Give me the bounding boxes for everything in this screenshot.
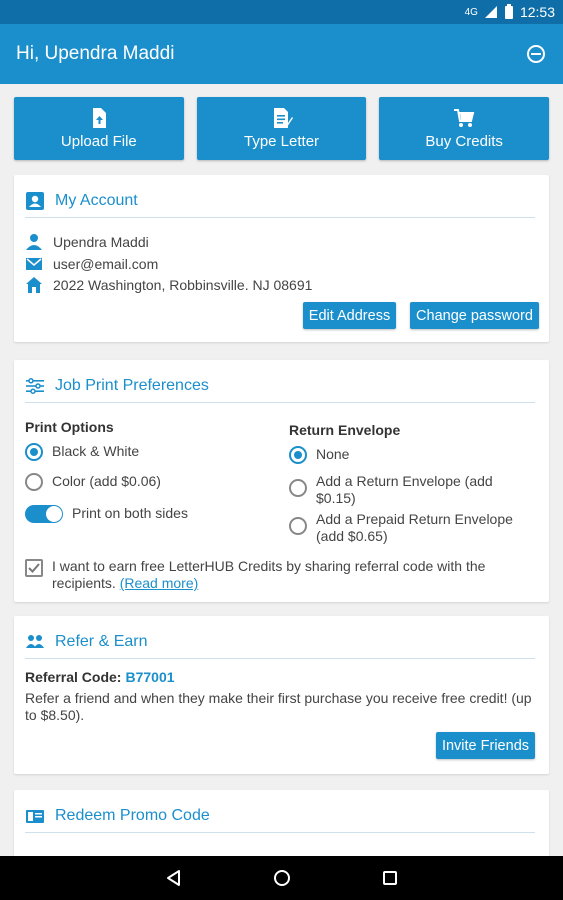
job-print-header: Job Print Preferences xyxy=(25,370,535,403)
account-address: 2022 Washington, Robbinsville. NJ 08691 xyxy=(53,277,313,293)
radio-envelope-none[interactable]: None xyxy=(289,446,349,464)
account-email-row: user@email.com xyxy=(25,255,158,273)
app-bar-title: Hi, Upendra Maddi xyxy=(16,43,175,64)
promo-icon xyxy=(26,810,44,823)
refer-earn-title: Refer & Earn xyxy=(55,633,148,650)
radio-button[interactable] xyxy=(289,517,307,535)
signal-icon xyxy=(484,6,497,18)
change-password-button[interactable]: Change password xyxy=(410,302,539,329)
return-envelope-label: Return Envelope xyxy=(289,422,401,438)
radio-envelope-none-label: None xyxy=(316,446,350,462)
battery-icon xyxy=(504,4,513,19)
print-both-sides-toggle[interactable] xyxy=(25,505,63,523)
referral-checkbox-row[interactable]: I want to earn free LetterHUB Credits by… xyxy=(25,558,530,592)
type-letter-icon xyxy=(273,108,293,128)
referral-code-row: Referral Code: B77001 xyxy=(25,669,175,685)
email-icon xyxy=(26,258,42,270)
refer-earn-card: Refer & Earn Referral Code: B77001 Refer… xyxy=(14,616,549,774)
radio-button[interactable] xyxy=(25,473,43,491)
buy-credits-label: Buy Credits xyxy=(425,133,503,150)
my-account-title: My Account xyxy=(55,192,138,209)
status-time: 12:53 xyxy=(519,4,555,20)
redeem-promo-header[interactable]: Redeem Promo Code xyxy=(25,800,535,833)
my-account-header: My Account xyxy=(25,185,535,218)
type-letter-label: Type Letter xyxy=(243,133,320,150)
account-box-icon xyxy=(26,192,44,210)
buy-credits-button[interactable]: Buy Credits xyxy=(379,97,550,160)
upload-file-button[interactable]: Upload File xyxy=(14,97,184,160)
invite-friends-button[interactable]: Invite Friends xyxy=(436,732,535,759)
print-both-sides-label: Print on both sides xyxy=(72,505,188,521)
sliders-icon xyxy=(26,378,44,394)
radio-prepaid-envelope-label: Add a Prepaid Return Envelope (add $0.65… xyxy=(316,511,513,544)
cart-icon xyxy=(454,109,475,127)
status-bar: 4G 12:53 xyxy=(0,0,563,24)
referral-description: Refer a friend and when they make their … xyxy=(25,690,532,723)
radio-button[interactable] xyxy=(289,479,307,497)
main-content[interactable]: Upload File Type Letter Buy Credits My A… xyxy=(0,84,563,856)
my-account-card: My Account Upendra Maddi user@email.com … xyxy=(14,175,549,342)
radio-color-label: Color (add $0.06) xyxy=(52,473,161,489)
job-print-preferences-card: Job Print Preferences Print Options Blac… xyxy=(14,360,549,602)
radio-color[interactable]: Color (add $0.06) xyxy=(25,473,161,491)
account-name-row: Upendra Maddi xyxy=(25,233,149,251)
person-icon xyxy=(26,234,42,250)
system-nav-bar xyxy=(0,856,563,900)
read-more-link[interactable]: (Read more) xyxy=(120,575,199,591)
home-nav-icon[interactable] xyxy=(273,869,291,887)
people-icon xyxy=(26,635,44,648)
referral-checkbox-text-wrap: I want to earn free LetterHUB Credits by… xyxy=(52,558,530,592)
job-print-title: Job Print Preferences xyxy=(55,377,209,394)
redeem-promo-title: Redeem Promo Code xyxy=(55,807,210,824)
referral-code-label: Referral Code: xyxy=(25,669,122,685)
app-bar: Hi, Upendra Maddi xyxy=(0,24,563,84)
print-both-sides-row[interactable]: Print on both sides xyxy=(25,505,188,523)
logout-button[interactable] xyxy=(525,43,547,65)
check-icon xyxy=(28,563,40,573)
referral-code-value: B77001 xyxy=(125,669,175,685)
redeem-promo-card: Redeem Promo Code xyxy=(14,790,549,856)
back-icon[interactable] xyxy=(165,869,183,887)
refer-earn-header: Refer & Earn xyxy=(25,626,535,659)
edit-address-button[interactable]: Edit Address xyxy=(303,302,396,329)
home-icon xyxy=(26,277,42,293)
account-email: user@email.com xyxy=(53,256,159,272)
radio-button-selected[interactable] xyxy=(289,446,307,464)
network-label: 4G xyxy=(464,6,478,18)
radio-return-envelope[interactable]: Add a Return Envelope (add $0.15) xyxy=(289,473,519,507)
type-letter-button[interactable]: Type Letter xyxy=(196,97,367,160)
radio-button-selected[interactable] xyxy=(25,443,43,461)
logout-icon xyxy=(527,45,545,63)
radio-black-white-label: Black & White xyxy=(52,443,140,459)
account-address-row: 2022 Washington, Robbinsville. NJ 08691 xyxy=(25,276,312,294)
account-name: Upendra Maddi xyxy=(53,234,149,250)
upload-file-icon xyxy=(92,108,106,128)
referral-checkbox-text: I want to earn free LetterHUB Credits by… xyxy=(52,558,486,591)
print-options-label: Print Options xyxy=(25,419,114,435)
recents-icon[interactable] xyxy=(381,869,399,887)
radio-black-white[interactable]: Black & White xyxy=(25,443,139,461)
action-buttons: Upload File Type Letter Buy Credits xyxy=(14,97,550,160)
radio-return-envelope-label: Add a Return Envelope (add $0.15) xyxy=(316,473,493,506)
referral-checkbox[interactable] xyxy=(25,559,43,577)
radio-prepaid-envelope[interactable]: Add a Prepaid Return Envelope (add $0.65… xyxy=(289,511,529,545)
upload-file-label: Upload File xyxy=(60,133,137,150)
